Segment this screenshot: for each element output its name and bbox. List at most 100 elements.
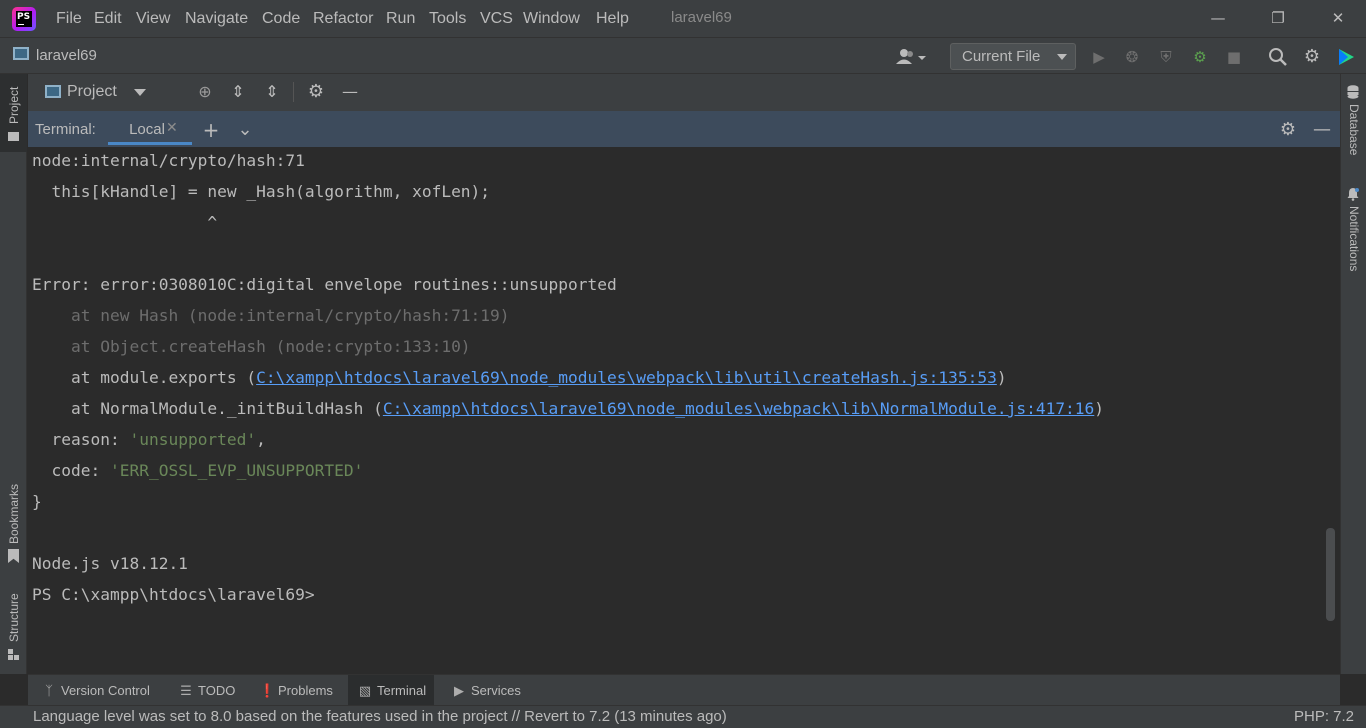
terminal-line: this[kHandle] = new _Hash(algorithm, xof… (32, 182, 491, 201)
menu-code[interactable]: Code (262, 8, 300, 30)
run-configuration-label: Current File (962, 48, 1041, 65)
tab-services[interactable]: ▶ Services (452, 675, 521, 706)
right-tool-stripe: Database Notifications (1340, 74, 1366, 674)
active-tab-underline (108, 142, 192, 145)
tab-todo[interactable]: ☰ TODO (179, 675, 235, 706)
tab-label: Version Control (61, 683, 150, 698)
tab-problems[interactable]: ❗ Problems (259, 675, 333, 706)
attach-debugger-icon[interactable]: ⚙ (1190, 47, 1210, 67)
menu-run[interactable]: Run (386, 8, 415, 30)
stripe-bookmarks-label[interactable]: Bookmarks (7, 484, 21, 544)
bottom-tool-tabs: ᛉ Version Control ☰ TODO ❗ Problems ▧ Termin… (28, 674, 1340, 706)
notification-bell-icon (1347, 187, 1359, 201)
stripe-database-label[interactable]: Database (1347, 104, 1361, 155)
close-tab-icon[interactable]: ✕ (166, 120, 178, 136)
close-icon[interactable]: ✕ (1308, 0, 1366, 37)
stack-frame-text: at module.exports ( (32, 368, 257, 387)
code-with-me-icon[interactable] (1336, 47, 1356, 67)
menu-refactor[interactable]: Refactor (313, 8, 373, 30)
php-version-indicator[interactable]: PHP: 7.2 (1294, 708, 1354, 725)
terminal-scrollbar[interactable] (1326, 528, 1335, 621)
menu-bar: PS File Edit View Navigate Code Refactor… (0, 0, 1366, 37)
menu-vcs[interactable]: VCS (480, 8, 513, 30)
stop-icon[interactable]: ■ (1224, 47, 1244, 67)
tab-label: Services (471, 683, 521, 698)
terminal-line: at NormalModule._initBuildHash (C:\xampp… (32, 399, 1104, 419)
chevron-down-icon[interactable]: ⌄ (234, 119, 256, 141)
breadcrumb-project[interactable]: laravel69 (36, 47, 97, 64)
terminal-line: code: 'ERR_OSSL_EVP_UNSUPPORTED' (32, 461, 363, 481)
branch-icon: ᛉ (45, 684, 53, 699)
run-configuration-dropdown[interactable]: Current File (950, 43, 1076, 70)
terminal-line: node:internal/crypto/hash:71 (32, 151, 305, 170)
terminal-line: at Object.createHash (node:crypto:133:10… (32, 337, 471, 356)
tab-version-control[interactable]: ᛉ Version Control (42, 675, 150, 706)
menu-file[interactable]: File (56, 8, 82, 30)
structure-icon (8, 649, 19, 660)
comma: , (256, 430, 266, 449)
bell-svg (1347, 188, 1359, 201)
project-view-label[interactable]: Project (67, 83, 117, 101)
new-terminal-plus-icon[interactable]: + (200, 119, 222, 141)
status-message[interactable]: Language level was set to 8.0 based on t… (33, 708, 727, 725)
settings-gear-icon[interactable]: ⚙ (1277, 119, 1299, 141)
tab-label: Terminal (377, 683, 427, 698)
status-bar: Language level was set to 8.0 based on t… (0, 705, 1366, 728)
restore-icon[interactable]: ❐ (1248, 0, 1308, 37)
project-view-icon (45, 85, 61, 98)
terminal-icon: ▧ (358, 684, 372, 699)
hide-panel-icon[interactable]: — (339, 81, 361, 103)
terminal-line: } (32, 492, 42, 511)
stripe-structure-label[interactable]: Structure (7, 593, 21, 642)
user-svg (896, 49, 926, 64)
folder-icon (8, 132, 19, 141)
terminal-tab-label: Local (129, 121, 165, 138)
phpstorm-logo-icon: PS (12, 7, 36, 31)
settings-gear-icon[interactable]: ⚙ (1302, 47, 1322, 67)
menu-edit[interactable]: Edit (94, 8, 122, 30)
settings-gear-icon[interactable]: ⚙ (305, 81, 327, 103)
stripe-notifications-label[interactable]: Notifications (1347, 206, 1361, 271)
stripe-project-button[interactable]: Project (0, 74, 27, 152)
hide-panel-icon[interactable]: — (1311, 119, 1333, 141)
terminal-title: Terminal: (35, 121, 96, 138)
user-icon[interactable] (895, 47, 929, 67)
project-panel-header: Project ⊕ ⇕ ⇕ ⚙ — (28, 74, 1340, 111)
menu-window[interactable]: Window (523, 8, 580, 30)
terminal-line: ^ (32, 213, 218, 232)
chevron-down-icon (1057, 54, 1067, 60)
project-folder-icon (13, 47, 29, 60)
stripe-project-label: Project (7, 86, 21, 124)
database-icon (1347, 85, 1359, 99)
menu-help[interactable]: Help (596, 8, 629, 30)
collapse-all-icon[interactable]: ⇕ (261, 81, 283, 103)
terminal-line: at module.exports (C:\xampp\htdocs\larav… (32, 368, 1007, 388)
debug-icon[interactable]: ❂ (1122, 47, 1142, 67)
search-icon[interactable] (1268, 47, 1288, 67)
coverage-icon[interactable]: ⛨ (1156, 47, 1176, 67)
string-value: 'ERR_OSSL_EVP_UNSUPPORTED' (109, 461, 364, 480)
string-value: 'unsupported' (129, 430, 257, 449)
code-with-me-svg (1339, 49, 1354, 65)
menu-tools[interactable]: Tools (429, 8, 466, 30)
window-title: laravel69 (671, 9, 732, 26)
terminal-prompt[interactable]: PS C:\xampp\htdocs\laravel69> (32, 585, 315, 605)
info-icon: ❗ (259, 684, 276, 699)
minimize-icon[interactable]: — (1188, 0, 1248, 37)
run-icon[interactable]: ▶ (1089, 47, 1109, 67)
file-link[interactable]: C:\xampp\htdocs\laravel69\node_modules\w… (383, 399, 1094, 418)
tab-terminal[interactable]: ▧ Terminal (358, 675, 426, 706)
navigation-bar: laravel69 Current File ▶ ❂ ⛨ ⚙ ■ ⚙ (0, 37, 1366, 74)
terminal-output[interactable]: node:internal/crypto/hash:71 this[kHandl… (28, 147, 1340, 674)
expand-all-icon[interactable]: ⇕ (227, 81, 249, 103)
terminal-line: Error: error:0308010C:digital envelope r… (32, 275, 617, 294)
menu-view[interactable]: View (136, 8, 170, 30)
menu-navigate[interactable]: Navigate (185, 8, 248, 30)
search-svg (1269, 48, 1287, 66)
services-icon: ▶ (454, 684, 464, 699)
chevron-down-icon[interactable] (134, 89, 146, 96)
tab-label: Problems (278, 683, 333, 698)
file-link[interactable]: C:\xampp\htdocs\laravel69\node_modules\w… (256, 368, 997, 387)
locate-target-icon[interactable]: ⊕ (194, 81, 216, 103)
logo-text: PS (16, 11, 32, 27)
